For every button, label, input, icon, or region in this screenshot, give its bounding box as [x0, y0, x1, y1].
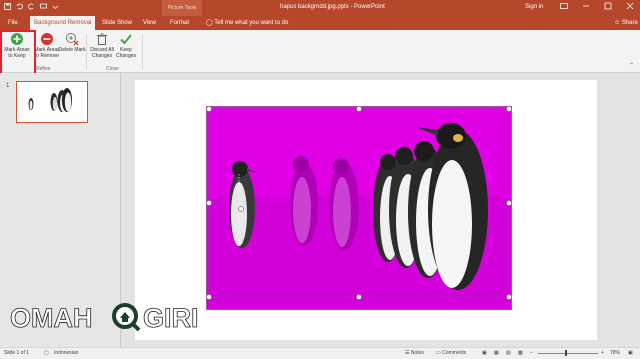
zoom-out-icon[interactable]: − — [530, 350, 533, 356]
share-label: Share — [621, 20, 638, 26]
mark-remove-label: Mark Areas to Remove — [34, 47, 60, 59]
save-icon[interactable] — [4, 3, 11, 10]
tab-view[interactable]: View — [143, 16, 156, 30]
language-label[interactable]: Indonesian — [54, 350, 78, 356]
ribbon-display-options-icon[interactable] — [560, 2, 568, 12]
comments-label: Comments — [442, 350, 467, 356]
redo-icon[interactable] — [28, 3, 35, 10]
normal-view-icon[interactable]: ▣ — [482, 350, 487, 356]
fit-slide-icon[interactable]: ▣ — [628, 350, 633, 356]
keep-changes-button[interactable]: Keep Changes — [112, 32, 140, 59]
watermark-left-text: OMAH — [10, 303, 93, 333]
watermark-right-text: GIRI — [143, 303, 199, 333]
status-bar: Slide 1 of 1 ▢ Indonesian ☰ Notes ▭ Comm… — [0, 347, 640, 359]
comments-icon: ▭ — [436, 350, 441, 356]
share-icon: ☺ — [614, 20, 621, 26]
thumbnail-penguins — [28, 88, 72, 112]
quick-access-toolbar — [4, 3, 59, 10]
start-presentation-icon[interactable] — [40, 3, 47, 10]
tab-format[interactable]: Format — [170, 16, 189, 30]
notes-label: Notes — [410, 350, 424, 356]
reading-view-icon[interactable]: ▤ — [506, 350, 511, 356]
customize-qat-icon[interactable] — [52, 3, 59, 10]
delete-mark-button[interactable]: Delete Mark — [58, 32, 86, 53]
trash-icon — [95, 32, 109, 46]
delete-mark-label: Delete Mark — [58, 47, 86, 53]
lightbulb-icon: ◯ — [206, 20, 213, 26]
penguins-photo[interactable] — [206, 106, 512, 310]
slide-thumbnail[interactable] — [16, 81, 88, 123]
slide-sorter-icon[interactable]: ▦ — [494, 350, 499, 356]
zoom-in-icon[interactable]: + — [601, 350, 604, 356]
title-bar: Picture Tools hapus backgrndd.jpg.pptx -… — [0, 0, 640, 16]
collapse-ribbon-icon[interactable]: ⌃ — [629, 62, 634, 69]
close-group-label: Close — [106, 66, 119, 72]
tab-file[interactable]: File — [8, 16, 18, 30]
keep-changes-label: Keep Changes — [115, 47, 136, 59]
close-icon[interactable] — [626, 2, 634, 12]
highlight-box — [0, 30, 36, 76]
tell-me-search[interactable]: ◯ Tell me what you want to do — [206, 16, 288, 30]
delete-mark-icon — [65, 32, 79, 46]
share-button[interactable]: ☺ Share — [614, 16, 638, 30]
tab-background-removal[interactable]: Background Removal — [30, 16, 96, 30]
ribbon: Mark Areas to Keep Mark Areas to Remove … — [0, 30, 640, 73]
spellcheck-icon[interactable]: ▢ — [44, 350, 49, 356]
discard-all-label: Discard All Changes — [90, 47, 114, 59]
comments-button[interactable]: ▭ Comments — [436, 350, 466, 356]
maximize-icon[interactable] — [604, 2, 612, 12]
notes-icon: ☰ — [405, 350, 410, 356]
ribbon-separator — [142, 34, 143, 70]
minimize-icon[interactable] — [582, 2, 590, 12]
refine-group-label: Refine — [36, 66, 51, 72]
pencil-cursor-icon — [238, 206, 244, 212]
undo-icon[interactable] — [16, 3, 23, 10]
minus-circle-icon — [40, 32, 54, 46]
zoom-slider[interactable] — [538, 353, 598, 354]
magnifier-icon — [112, 303, 141, 332]
tell-me-text: Tell me what you want to do — [214, 20, 289, 26]
picture-tools-context-label: Picture Tools — [162, 0, 202, 16]
zoom-level[interactable]: 78% — [610, 350, 620, 356]
slideshow-view-icon[interactable]: ▩ — [518, 350, 523, 356]
zoom-slider-thumb[interactable] — [565, 350, 567, 356]
watermark-logo: OMAH GIRI — [10, 303, 199, 334]
slide-number: 1 — [6, 83, 10, 89]
tab-slide-show[interactable]: Slide Show — [102, 16, 132, 30]
ribbon-tab-bar: File Background Removal Slide Show View … — [0, 16, 640, 30]
slide-info: Slide 1 of 1 — [4, 350, 30, 356]
notes-button[interactable]: ☰ Notes — [405, 350, 424, 356]
document-title: hapus backgrndd.jpg.pptx - PowerPoint — [280, 4, 385, 10]
sign-in-link[interactable]: Sign in — [525, 4, 543, 10]
checkmark-icon — [119, 32, 133, 46]
window-controls — [560, 2, 634, 12]
